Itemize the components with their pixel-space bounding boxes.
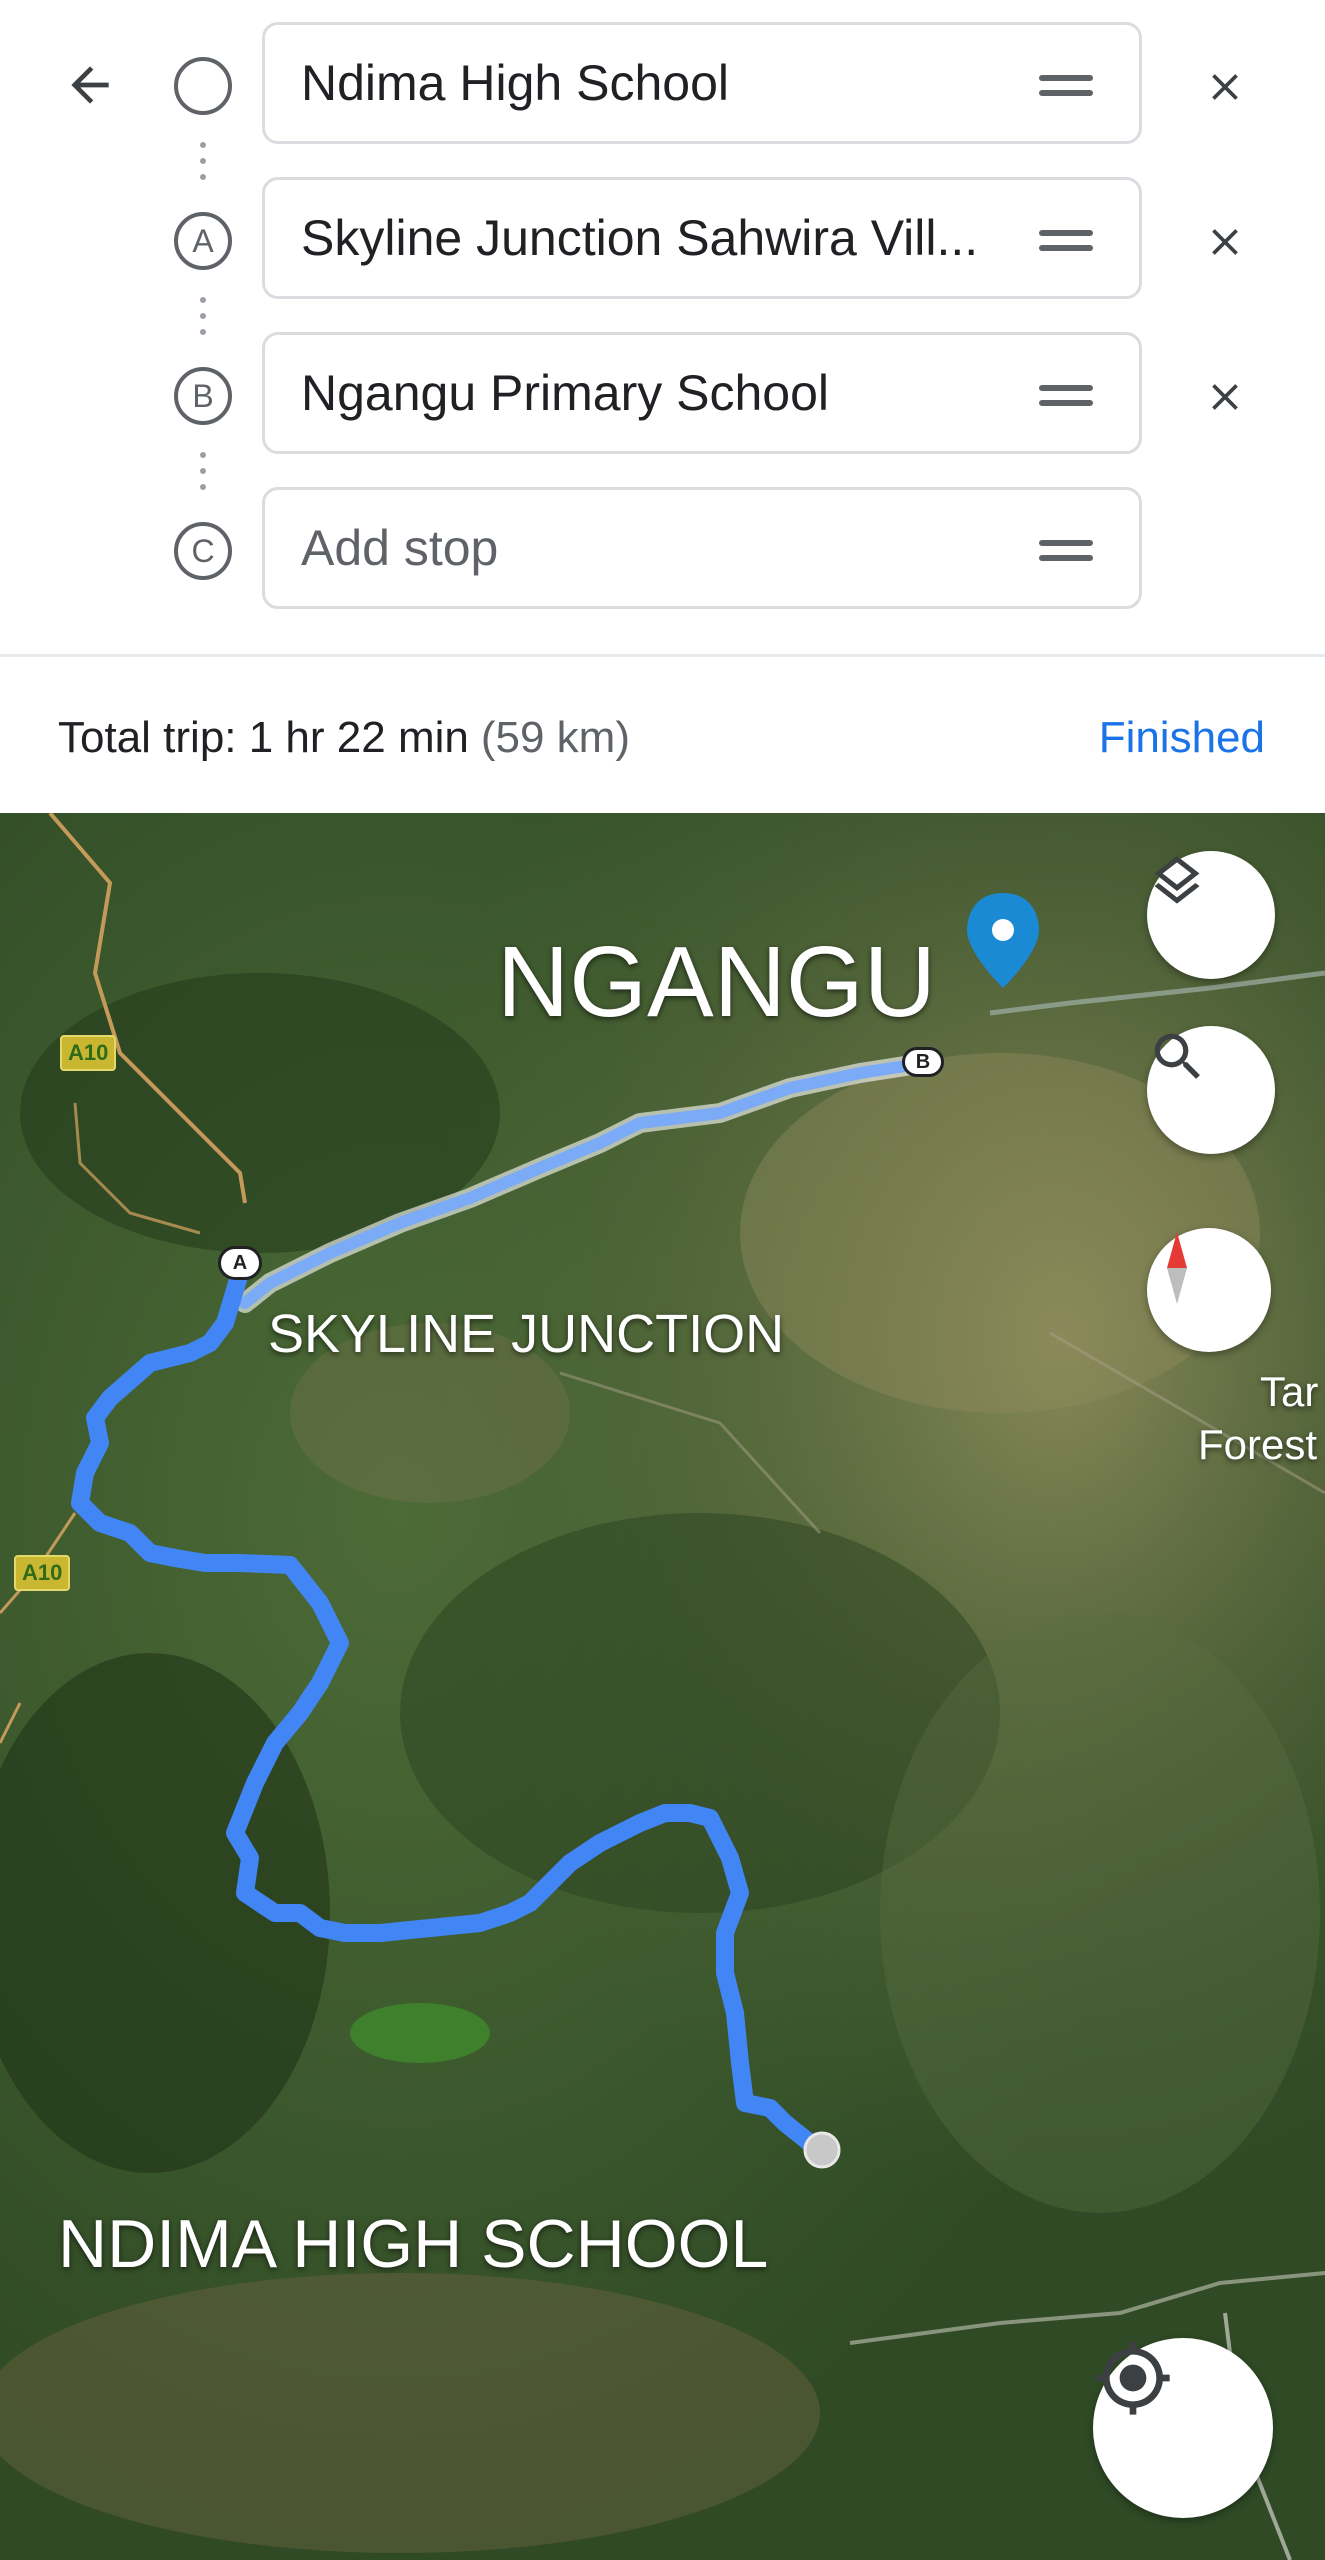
map-label-ngangu: NGANGU xyxy=(497,926,936,1038)
origin-circle-icon xyxy=(174,57,232,115)
total-trip-time: Total trip: 1 hr 22 min xyxy=(58,713,469,762)
add-stop-field[interactable]: Add stop xyxy=(262,487,1142,609)
route-end-marker xyxy=(803,2131,841,2169)
stop-row-c: C Add stop xyxy=(0,487,1325,617)
origin-text: Ndima High School xyxy=(301,55,729,111)
map-label-ndima-high-school: NDIMA HIGH SCHOOL xyxy=(58,2206,769,2282)
my-location-icon xyxy=(1096,2341,1170,2415)
drag-handle-icon[interactable] xyxy=(1039,75,1093,97)
close-icon xyxy=(1212,384,1238,410)
add-stop-placeholder: Add stop xyxy=(301,520,499,576)
stop-row-b: B Ngangu Primary School xyxy=(0,332,1325,462)
drag-handle-icon[interactable] xyxy=(1039,230,1093,252)
stop-marker-c: C xyxy=(174,522,232,580)
stop-b-text: Ngangu Primary School xyxy=(301,365,830,421)
total-trip-distance: (59 km) xyxy=(480,713,630,762)
remove-stop-b-button[interactable] xyxy=(1195,367,1255,427)
drag-handle-icon[interactable] xyxy=(1039,385,1093,407)
search-along-route-button[interactable] xyxy=(1147,1026,1275,1154)
directions-header: Ndima High School A Skyline Junction Sah… xyxy=(0,0,1325,655)
route-marker-b[interactable]: B xyxy=(902,1047,944,1077)
road-shield-a10: A10 xyxy=(14,1555,71,1591)
trip-summary-text: Total trip: 1 hr 22 min (59 km) xyxy=(58,713,630,763)
layers-button[interactable] xyxy=(1147,851,1275,979)
layers-icon xyxy=(1154,856,1200,904)
stop-row-a: A Skyline Junction Sahwira Vill... xyxy=(0,177,1325,307)
compass-icon xyxy=(1167,1232,1187,1304)
satellite-terrain xyxy=(0,813,1325,2560)
trip-summary: Total trip: 1 hr 22 min (59 km) Finished xyxy=(0,657,1325,812)
stop-b-field[interactable]: Ngangu Primary School xyxy=(262,332,1142,454)
route-marker-a[interactable]: A xyxy=(218,1246,262,1280)
close-icon xyxy=(1212,229,1238,255)
map-label-skyline-junction: SKYLINE JUNCTION xyxy=(268,1304,785,1364)
stop-a-text: Skyline Junction Sahwira Vill... xyxy=(301,210,979,266)
map-label-forest-line1: Tar xyxy=(1260,1368,1319,1415)
close-icon xyxy=(1212,74,1238,100)
my-location-button[interactable] xyxy=(1093,2338,1273,2518)
stop-row-origin: Ndima High School xyxy=(0,22,1325,152)
stop-marker-b: B xyxy=(174,367,232,425)
remove-stop-a-button[interactable] xyxy=(1195,212,1255,272)
remove-origin-button[interactable] xyxy=(1195,57,1255,117)
stop-marker-a: A xyxy=(174,212,232,270)
finished-button[interactable]: Finished xyxy=(1099,713,1265,763)
origin-field[interactable]: Ndima High School xyxy=(262,22,1142,144)
road-shield-a10: A10 xyxy=(60,1035,117,1071)
map-view[interactable]: NGANGU SKYLINE JUNCTION NDIMA HIGH SCHOO… xyxy=(0,813,1325,2560)
drag-handle-icon[interactable] xyxy=(1039,540,1093,562)
stop-a-field[interactable]: Skyline Junction Sahwira Vill... xyxy=(262,177,1142,299)
compass-button[interactable] xyxy=(1147,1228,1271,1352)
map-label-forest-line2: Forest xyxy=(1198,1421,1318,1468)
search-icon xyxy=(1154,1033,1200,1079)
